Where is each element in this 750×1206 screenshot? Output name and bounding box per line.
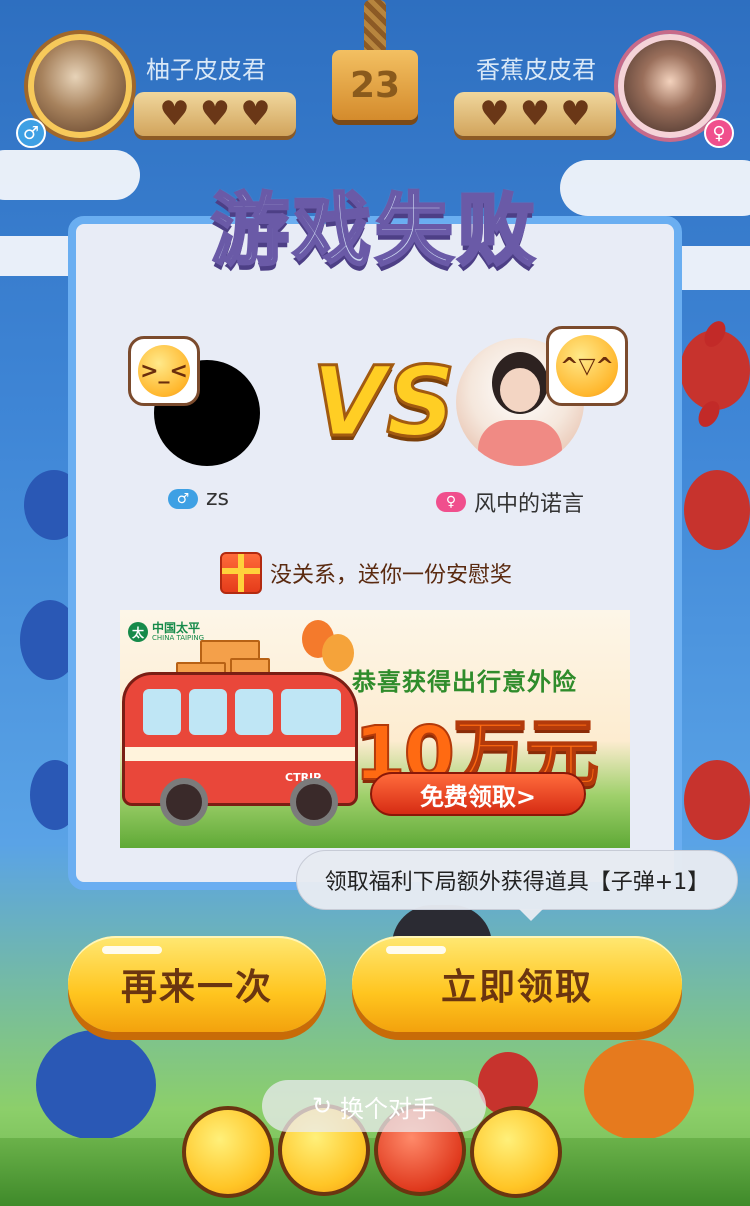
bus-window bbox=[189, 689, 227, 735]
orange-bird-decoration bbox=[584, 1040, 694, 1140]
claim-button-label: 立即领取 bbox=[440, 967, 593, 1008]
vs-label: VS bbox=[310, 345, 456, 460]
retry-button[interactable]: 再来一次 bbox=[68, 936, 326, 1032]
male-icon: ♂ bbox=[168, 488, 198, 509]
countdown-timer: 23 bbox=[332, 50, 418, 120]
retry-button-label: 再来一次 bbox=[120, 967, 273, 1008]
heart-icon: ♥ bbox=[519, 94, 551, 134]
button-shine bbox=[386, 946, 446, 954]
red-bird-decoration bbox=[684, 760, 750, 840]
emoji-bubble-right: ^▽^ bbox=[546, 326, 628, 406]
player-left-lives: ♥ ♥ ♥ bbox=[134, 92, 296, 136]
rope-decoration bbox=[364, 0, 386, 54]
laughing-face-icon: ^▽^ bbox=[556, 335, 618, 397]
player-left-avatar[interactable] bbox=[28, 34, 132, 138]
red-bird-decoration bbox=[684, 470, 750, 550]
button-shine bbox=[102, 946, 162, 954]
opponent-right-info: ♀ 风中的诺言 bbox=[436, 486, 584, 518]
opponent-left-name: zs bbox=[206, 486, 230, 511]
heart-icon: ♥ bbox=[159, 94, 190, 134]
insurance-ad-banner[interactable]: 太 中国太平 CHINA TAIPING CTRIP 恭喜获得出行意外险 10万… bbox=[120, 610, 630, 848]
player-right-name: 香蕉皮皮君 bbox=[476, 56, 596, 84]
heart-icon: ♥ bbox=[479, 94, 510, 134]
opponent-right-name: 风中的诺言 bbox=[474, 492, 585, 517]
blue-bird-decoration bbox=[36, 1030, 156, 1140]
bus-stripe bbox=[125, 747, 355, 761]
reward-tooltip: 领取福利下局额外获得道具【子弹+1】 bbox=[296, 850, 738, 921]
cloud-decoration bbox=[0, 150, 140, 200]
switch-opponent-button[interactable]: ↻ 换个对手 bbox=[262, 1080, 486, 1132]
cloud-decoration bbox=[560, 160, 750, 216]
ad-brand-name: 中国太平 bbox=[152, 621, 201, 635]
taiping-logo-icon: 太 bbox=[128, 622, 148, 642]
bus-wheel bbox=[290, 778, 338, 826]
claim-now-button[interactable]: 立即领取 bbox=[352, 936, 682, 1032]
ad-brand-logo: 太 中国太平 CHINA TAIPING bbox=[128, 622, 204, 642]
player-left-name: 柚子皮皮君 bbox=[146, 56, 266, 84]
consolation-message: 没关系，送你一份安慰奖 bbox=[220, 552, 512, 594]
crying-face-icon bbox=[470, 1106, 562, 1198]
bus-window bbox=[281, 689, 341, 735]
player-right-avatar[interactable] bbox=[618, 34, 722, 138]
game-over-title: 游戏失败 bbox=[209, 185, 539, 278]
ad-headline: 恭喜获得出行意外险 bbox=[352, 668, 577, 696]
ad-claim-button[interactable]: 免费领取> bbox=[370, 772, 586, 816]
heart-icon: ♥ bbox=[560, 94, 591, 134]
male-icon: ♂ bbox=[16, 118, 46, 148]
player-right-lives: ♥ ♥ ♥ bbox=[454, 92, 616, 136]
consolation-text: 没关系，送你一份安慰奖 bbox=[270, 563, 513, 588]
switch-opponent-label: 换个对手 bbox=[340, 1094, 437, 1123]
bus-wheel bbox=[160, 778, 208, 826]
refresh-icon: ↻ bbox=[311, 1092, 333, 1120]
opponent-left-info: ♂ zs bbox=[168, 486, 229, 511]
bus-window bbox=[235, 689, 273, 735]
female-icon: ♀ bbox=[704, 118, 734, 148]
female-icon: ♀ bbox=[436, 492, 466, 512]
balloon-decoration bbox=[322, 634, 354, 672]
emoji-bubble-left: >_< bbox=[128, 336, 200, 406]
screaming-face-icon bbox=[182, 1106, 274, 1198]
heart-icon: ♥ bbox=[240, 94, 271, 134]
bus-window bbox=[143, 689, 181, 735]
crying-face-icon: >_< bbox=[138, 345, 190, 397]
gift-icon bbox=[220, 552, 262, 594]
heart-icon: ♥ bbox=[199, 94, 231, 134]
ad-brand-name-en: CHINA TAIPING bbox=[152, 634, 204, 642]
